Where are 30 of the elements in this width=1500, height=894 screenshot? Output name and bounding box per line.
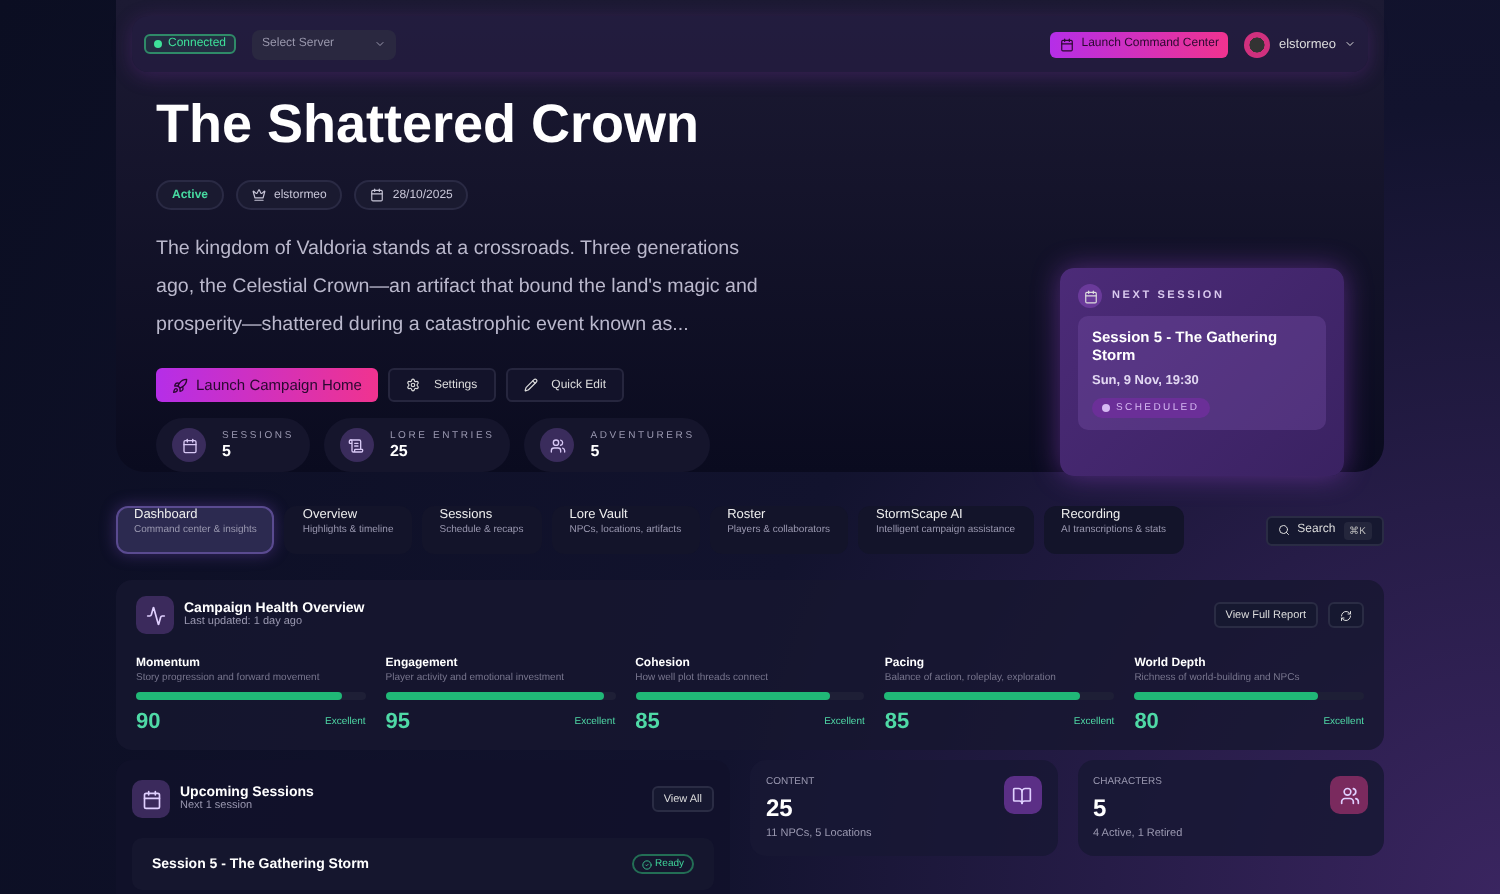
- summary-value: 5: [1093, 794, 1109, 822]
- campaign-title: The Shattered Crown: [156, 92, 702, 158]
- refresh-button[interactable]: [1328, 602, 1364, 628]
- stat-value: 5: [222, 442, 233, 460]
- metric-score: 85: [635, 710, 660, 734]
- crown-icon: [252, 188, 267, 202]
- metric-score: 80: [1134, 710, 1159, 734]
- pencil-icon: [523, 378, 538, 392]
- metric-score: 95: [385, 710, 411, 734]
- metric-score: 90: [136, 710, 161, 734]
- gear-icon: [405, 378, 420, 392]
- scroll-icon: [339, 428, 374, 462]
- chevron-icon: [374, 38, 387, 50]
- chevron-icon: [1344, 38, 1356, 50]
- metric-score: 85: [884, 710, 910, 734]
- search-icon: [1277, 524, 1290, 536]
- calendar-icon: [132, 780, 170, 818]
- calendar-icon: [1078, 284, 1102, 308]
- stat-value: 25: [389, 442, 410, 460]
- stat-value: 5: [590, 442, 602, 460]
- refresh-icon: [1340, 609, 1352, 621]
- pulse-icon: [136, 596, 174, 634]
- check-circle-icon: [641, 859, 652, 869]
- calendar-icon: [1059, 37, 1074, 51]
- campaign-description: The kingdom of Valdoria stands at a crossroads. Three generations ago, the Celestial Crown—an artifact that bound the land's magic and prosperity—shattered during a catastrophic event known as...: [156, 236, 760, 340]
- users-icon: [540, 428, 575, 462]
- calendar-icon: [370, 188, 385, 202]
- summary-value: 25: [766, 794, 795, 822]
- rocket-icon: [172, 377, 188, 393]
- calendar-icon: [172, 428, 206, 462]
